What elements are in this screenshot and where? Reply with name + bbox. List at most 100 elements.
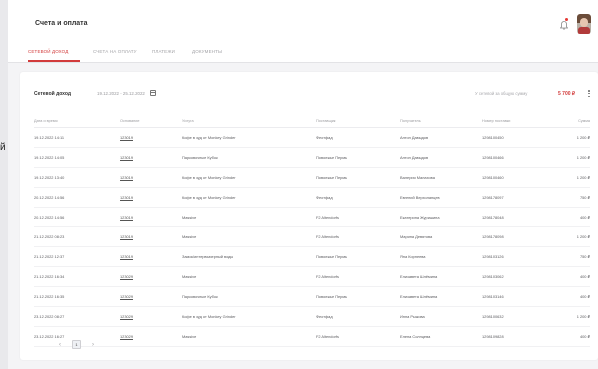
table-cell: 1298178098 — [482, 226, 548, 248]
basis-link[interactable]: 123029 — [120, 294, 133, 299]
table-cell: Massive — [182, 207, 316, 228]
date-range-field[interactable]: 19.12.2022 - 25.12.2022 — [97, 91, 145, 96]
table-cell: 123019 — [120, 246, 182, 268]
basis-link[interactable]: 123019 — [120, 175, 133, 180]
column-header[interactable]: Дата и время — [34, 114, 120, 128]
basis-link[interactable]: 123029 — [120, 274, 133, 279]
next-page-icon[interactable]: › — [89, 342, 97, 348]
tab-documents[interactable]: Документы — [192, 49, 222, 54]
table-cell: 1298178048 — [482, 207, 548, 228]
table-cell: Яна Корнеева — [400, 246, 482, 268]
table-cell: 750 ₽ — [548, 187, 590, 208]
tab-invoices[interactable]: Счета на оплату — [93, 49, 137, 54]
table-row[interactable]: 21.12.2022 16:34 123029 Massive F2 Altendor… — [34, 266, 590, 288]
page-number[interactable]: 1 — [72, 340, 81, 349]
table-cell: Massive — [182, 326, 316, 347]
basis-link[interactable]: 123029 — [120, 334, 133, 339]
table-cell: 1298100466 — [482, 147, 548, 168]
table-cell: 123029 — [120, 326, 182, 347]
table-row[interactable]: 23.12.2022 08:27 123029 Кофе в зуд от Monk… — [34, 306, 590, 327]
table-cell: Поволжье Пермь — [316, 147, 400, 168]
table-row[interactable]: 23.12.2022 16:27 123029 Massive F2 Altendor… — [34, 326, 590, 347]
table-cell: 1298103126 — [482, 246, 548, 268]
table-cell: Антон Давыдов — [400, 127, 482, 148]
tab-bar: Сетевой доход Счета на оплату Платежи До… — [8, 40, 598, 63]
table-cell: 750 ₽ — [548, 246, 590, 268]
bell-icon[interactable] — [557, 18, 571, 32]
table-cell: Поволжье Пермь — [316, 246, 400, 268]
table-cell: 1298100460 — [482, 167, 548, 188]
basis-link[interactable]: 123019 — [120, 234, 133, 239]
table-row[interactable]: 19.12.2022 14:05 123019 Парковочные Кубок П… — [34, 147, 590, 168]
table-header-row: Дата и время Основание Услуга Поставщик … — [34, 114, 590, 128]
table-row[interactable]: 21.12.2022 08:23 123019 Massive F2 Altendor… — [34, 226, 590, 248]
table-cell: Massive — [182, 266, 316, 288]
more-options-icon[interactable] — [588, 90, 590, 97]
cropped-side-letter: й — [0, 142, 6, 153]
table-cell: 21.12.2022 16:35 — [34, 286, 120, 308]
table-row[interactable]: 21.12.2022 16:35 123029 Парковочные Кубок П… — [34, 286, 590, 308]
avatar[interactable] — [577, 14, 591, 34]
table-row[interactable]: 19.12.2022 14:11 123019 Кофе в зуд от Monk… — [34, 127, 590, 148]
table-cell: Поволжье Пермь — [316, 167, 400, 188]
page-header: Счета и оплата — [8, 0, 598, 41]
table-cell: Кофе в зуд от Monkey Grinder — [182, 187, 316, 208]
table-cell: 123029 — [120, 266, 182, 288]
table-cell: 1298109828 — [482, 326, 548, 347]
table-row[interactable]: 20.12.2022 14:56 123019 Massive F2 Altendor… — [34, 207, 590, 228]
column-header[interactable]: Получатель — [400, 114, 482, 128]
table-cell: 1298100450 — [482, 127, 548, 148]
table-cell: 19.12.2022 14:05 — [34, 147, 120, 168]
prev-page-icon[interactable]: ‹ — [56, 342, 64, 348]
table-cell: 400 ₽ — [548, 286, 590, 308]
table-cell: Инна Рыжова — [400, 306, 482, 327]
column-header[interactable]: Номер поставки — [482, 114, 548, 128]
basis-link[interactable]: 123019 — [120, 135, 133, 140]
column-header[interactable]: Основание — [120, 114, 182, 128]
table-cell: 20.12.2022 14:56 — [34, 187, 120, 208]
table-cell: Елизавета Шлёмина — [400, 266, 482, 288]
table-cell: Феотфад — [316, 187, 400, 208]
table-cell: 1 200 ₽ — [548, 127, 590, 148]
income-card: Сетевой доход 19.12.2022 - 25.12.2022 У … — [20, 72, 598, 360]
table-cell: 123019 — [120, 167, 182, 188]
table-cell: 21.12.2022 12:37 — [34, 246, 120, 268]
basis-link[interactable]: 123019 — [120, 215, 133, 220]
table-cell: Феотфад — [316, 127, 400, 148]
table-cell: F2 Altendorfs — [316, 226, 400, 248]
summary-amount: 5 700 ₽ — [558, 90, 576, 97]
table-cell: 123019 — [120, 187, 182, 208]
basis-link[interactable]: 123029 — [120, 314, 133, 319]
table-cell: 123029 — [120, 286, 182, 308]
table-cell: 123019 — [120, 207, 182, 228]
table-cell: F2 Altendorfs — [316, 326, 400, 347]
table-cell: Евгений Верхоланцев — [400, 187, 482, 208]
table-cell: Кофе в зуд от Monkey Grinder — [182, 127, 316, 148]
basis-link[interactable]: 123019 — [120, 155, 133, 160]
table-row[interactable]: 20.12.2022 14:56 123019 Кофе в зуд от Monk… — [34, 187, 590, 208]
card-title: Сетевой доход — [34, 91, 72, 97]
table-cell: 20.12.2022 14:56 — [34, 207, 120, 228]
table-cell: 400 ₽ — [548, 326, 590, 347]
table-row[interactable]: 21.12.2022 12:37 123019 Замок/интервьюерны… — [34, 246, 590, 268]
page-title: Счета и оплата — [35, 20, 88, 27]
tab-payments[interactable]: Платежи — [152, 49, 175, 54]
column-header[interactable]: Услуга — [182, 114, 316, 128]
table-cell: Валерия Малахова — [400, 167, 482, 188]
table-cell: 123019 — [120, 127, 182, 148]
basis-link[interactable]: 123019 — [120, 195, 133, 200]
tab-network-income[interactable]: Сетевой доход — [28, 49, 68, 54]
column-header[interactable]: Сумма — [548, 114, 590, 128]
basis-link[interactable]: 123019 — [120, 254, 133, 259]
table-cell: Екатерина Журишина — [400, 207, 482, 228]
table-row[interactable]: 19.12.2022 13:40 123019 Кофе в зуд от Monk… — [34, 167, 590, 188]
table-cell: Елена Солнцева — [400, 326, 482, 347]
table-cell: 123019 — [120, 226, 182, 248]
table-cell: Феотфад — [316, 306, 400, 327]
calendar-icon[interactable] — [150, 90, 156, 96]
table-cell: 400 ₽ — [548, 266, 590, 288]
column-header[interactable]: Поставщик — [316, 114, 400, 128]
table-cell: 19.12.2022 14:11 — [34, 127, 120, 148]
table-cell: Поволжье Пермь — [316, 286, 400, 308]
income-table: Дата и время Основание Услуга Поставщик … — [34, 114, 590, 347]
